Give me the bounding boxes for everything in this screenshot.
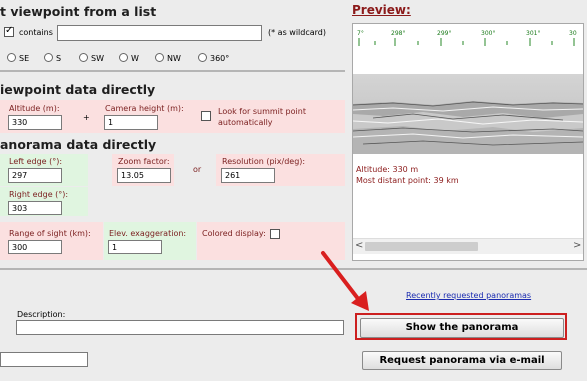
plus-sign: +: [83, 113, 90, 122]
preview-altitude-text: Altitude: 330 m: [356, 165, 419, 174]
summit-label-line2: automatically: [218, 118, 273, 127]
check-icon: ✓: [5, 25, 14, 36]
summit-label-line1: Look for summit point: [218, 107, 306, 116]
preview-scrollbar[interactable]: < >: [353, 238, 583, 254]
viewpoint-search-input[interactable]: [57, 25, 262, 41]
direction-label-sw: SW: [91, 54, 104, 63]
description-input[interactable]: [16, 320, 344, 335]
direction-label-w: W: [131, 54, 139, 63]
camera-height-label: Camera height (m):: [105, 104, 184, 113]
colored-checkbox[interactable]: [270, 229, 280, 239]
email-input[interactable]: [0, 352, 88, 367]
contains-checkbox[interactable]: ✓: [4, 25, 14, 37]
elev-input[interactable]: 1: [108, 240, 162, 254]
resolution-label: Resolution (pix/deg):: [222, 157, 306, 166]
direct-section-title: iewpoint data directly: [0, 82, 156, 97]
range-input[interactable]: 300: [8, 240, 62, 254]
direction-label-s: S: [56, 54, 62, 63]
left-edge-input[interactable]: 297: [8, 168, 62, 183]
scale-tick-marks: [358, 38, 575, 46]
altitude-label: Altitude (m):: [9, 104, 60, 113]
contains-label: contains: [19, 28, 53, 37]
range-label: Range of sight (km):: [9, 229, 91, 238]
preview-distant-text: Most distant point: 39 km: [356, 176, 459, 185]
request-email-button[interactable]: Request panorama via e-mail: [362, 351, 562, 370]
description-label: Description:: [17, 310, 66, 319]
annotation-arrow: [321, 251, 369, 311]
preview-panel: 7° 298° 299° 300° 301° 30 Altitude: 330 …: [352, 23, 584, 261]
elev-label: Elev. exaggeration:: [109, 229, 187, 238]
or-label: or: [193, 165, 202, 174]
direction-radio-sw[interactable]: [79, 53, 88, 62]
section-divider: [0, 70, 345, 72]
direction-label-se: SE: [19, 54, 30, 63]
bottom-divider: [0, 268, 587, 270]
scroll-right-icon[interactable]: >: [573, 240, 581, 251]
wildcard-hint: (* as wildcard): [268, 28, 326, 37]
list-section-title: t viewpoint from a list: [0, 4, 157, 19]
direction-radio-se[interactable]: [7, 53, 16, 62]
camera-height-input[interactable]: 1: [104, 115, 158, 130]
recent-panoramas-link[interactable]: Recently requested panoramas: [406, 291, 531, 300]
resolution-input[interactable]: 261: [221, 168, 275, 183]
highlight-box: [355, 313, 567, 340]
preview-viewport: 7° 298° 299° 300° 301° 30 Altitude: 330 …: [353, 24, 583, 234]
panorama-image: [353, 74, 583, 154]
zoom-label: Zoom factor:: [118, 157, 170, 166]
scrollbar-thumb[interactable]: [365, 242, 478, 251]
direction-radio-nw[interactable]: [155, 53, 164, 62]
direction-label-nw: NW: [167, 54, 181, 63]
preview-scale: 7° 298° 299° 300° 301° 30: [355, 30, 581, 52]
right-edge-label: Right edge (°):: [9, 190, 69, 199]
direction-radio-w[interactable]: [119, 53, 128, 62]
right-edge-input[interactable]: 303: [8, 201, 62, 215]
summit-checkbox[interactable]: [201, 111, 211, 121]
direction-radio-360[interactable]: [198, 53, 207, 62]
panorama-section-title: anorama data directly: [0, 137, 157, 152]
left-edge-label: Left edge (°):: [9, 157, 63, 166]
zoom-input[interactable]: 13.05: [117, 168, 171, 183]
preview-title: Preview:: [352, 3, 411, 17]
altitude-input[interactable]: 330: [8, 115, 62, 130]
colored-label: Colored display:: [202, 229, 266, 238]
direction-radio-s[interactable]: [44, 53, 53, 62]
direction-label-360: 360°: [210, 54, 230, 63]
